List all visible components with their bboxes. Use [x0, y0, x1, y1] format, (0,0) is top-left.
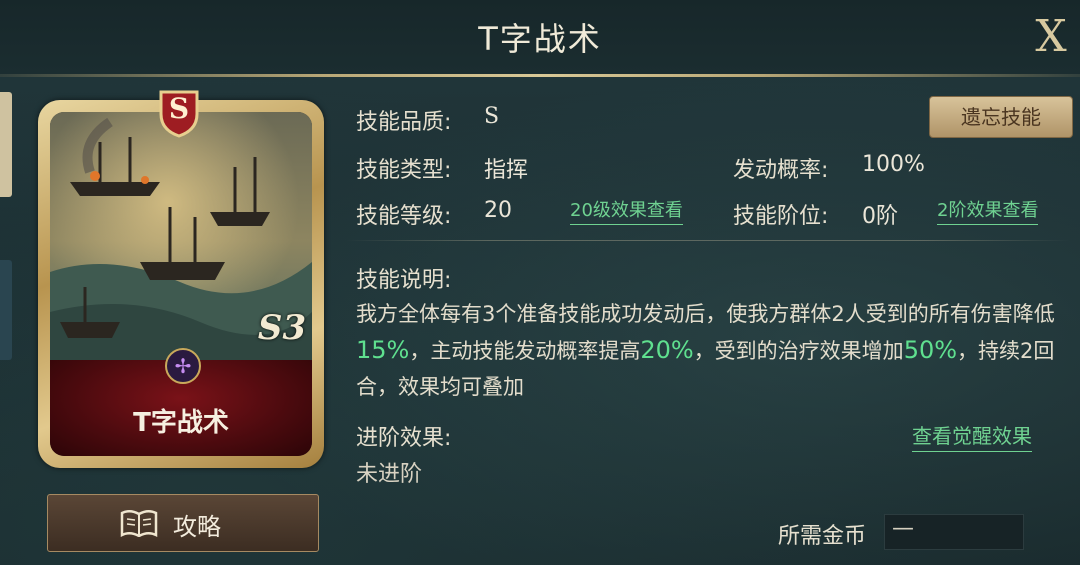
- highlight-value: 20%: [640, 336, 694, 364]
- faction-emblem-icon: ✢: [165, 348, 201, 384]
- forget-skill-button[interactable]: 遗忘技能: [929, 96, 1073, 138]
- description-text: ，受到的治疗效果增加: [693, 339, 904, 363]
- trigger-label: 发动概率:: [733, 158, 829, 183]
- advance-label: 进阶效果:: [356, 426, 452, 451]
- star-level: S3: [257, 308, 307, 348]
- description-label: 技能说明:: [356, 268, 452, 293]
- level-value: 20: [484, 198, 512, 223]
- card-name: T字战术: [133, 408, 229, 438]
- description-text: 我方全体每有3个准备技能成功发动后，使我方群体2人受到的所有伤害降低: [356, 302, 1055, 326]
- guide-button-label: 攻略: [173, 513, 221, 541]
- section-divider: [346, 240, 1070, 241]
- rank-label: 技能阶位:: [733, 204, 829, 229]
- rank-effect-link[interactable]: 2阶效果查看: [937, 196, 1039, 225]
- level-label: 技能等级:: [356, 204, 452, 229]
- gold-cost-label: 所需金币: [778, 524, 867, 549]
- quality-value: S: [484, 104, 500, 129]
- gold-cost-value: —: [892, 516, 914, 541]
- skill-description: 我方全体每有3个准备技能成功发动后，使我方群体2人受到的所有伤害降低 15%，主动…: [356, 296, 1056, 405]
- awaken-effect-link[interactable]: 查看觉醒效果: [912, 420, 1032, 452]
- header-divider: [0, 74, 1080, 77]
- quality-label: 技能品质:: [356, 110, 452, 135]
- card-frame: T字战术 ✢: [50, 112, 312, 456]
- card-grade: S: [168, 92, 190, 125]
- description-text: ，主动技能发动概率提高: [409, 339, 641, 363]
- level-effect-link[interactable]: 20级效果查看: [570, 196, 683, 225]
- advance-value: 未进阶: [356, 462, 423, 487]
- type-label: 技能类型:: [356, 158, 452, 183]
- highlight-value: 50%: [903, 336, 958, 364]
- highlight-value: 15%: [356, 336, 410, 364]
- trigger-value: 100%: [862, 152, 925, 177]
- side-tab-active[interactable]: [0, 92, 12, 197]
- type-value: 指挥: [484, 158, 529, 183]
- guide-button[interactable]: 攻略: [47, 494, 319, 552]
- close-button[interactable]: X: [1026, 12, 1076, 62]
- rank-value: 0阶: [862, 204, 898, 229]
- side-tab[interactable]: [0, 260, 12, 360]
- page-title: T字战术: [478, 20, 602, 58]
- book-icon: [120, 510, 158, 537]
- skill-card: T字战术 ✢: [38, 100, 324, 468]
